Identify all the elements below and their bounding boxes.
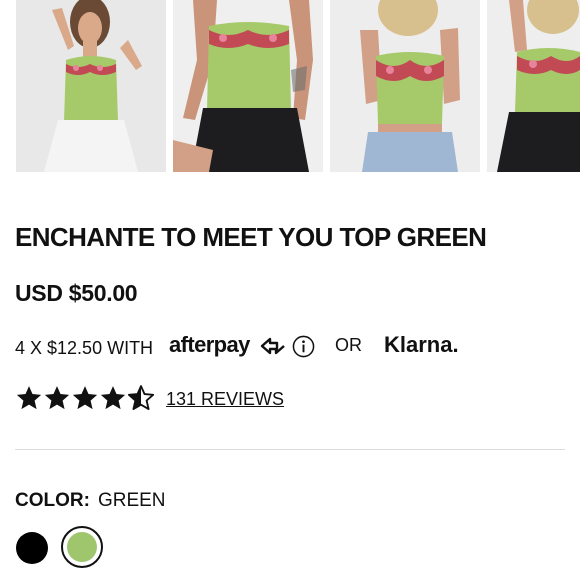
star-full-icon: [100, 386, 126, 410]
or-text: OR: [335, 335, 362, 355]
image-gallery: [0, 0, 580, 178]
reviews-link[interactable]: 131 REVIEWS: [166, 389, 284, 410]
product-price: USD $50.00: [15, 280, 138, 306]
payment-options: 4 X $12.50 WITH afterpay OR Klarna.: [15, 332, 575, 362]
star-half-icon: [127, 385, 155, 411]
gallery-thumbnail-4[interactable]: [487, 0, 580, 172]
thumbnail-image: [487, 0, 580, 172]
gallery-thumbnail-3[interactable]: [330, 0, 480, 172]
color-selector-label: COLOR: GREEN: [15, 490, 166, 512]
afterpay-logo[interactable]: afterpay: [169, 332, 250, 358]
color-swatch-green-fill: [67, 532, 97, 562]
star-rating: [15, 384, 155, 412]
color-label: COLOR:: [15, 490, 90, 511]
star-full-icon: [44, 386, 70, 410]
klarna-logo[interactable]: Klarna.: [384, 332, 459, 358]
star-full-icon: [16, 386, 42, 410]
thumbnail-image: [173, 0, 323, 172]
thumbnail-image: [330, 0, 480, 172]
afterpay-arrow-icon: [260, 337, 285, 355]
thumbnail-image: [16, 0, 166, 172]
rating-row: 131 REVIEWS: [15, 384, 415, 414]
color-value: GREEN: [97, 490, 166, 511]
star-full-icon: [72, 386, 98, 410]
divider: [15, 449, 565, 450]
color-swatch-green[interactable]: [61, 526, 103, 568]
gallery-thumbnail-2[interactable]: [173, 0, 323, 172]
product-title: ENCHANTE TO MEET YOU TOP GREEN: [15, 222, 487, 252]
color-swatch-black[interactable]: [16, 532, 48, 564]
gallery-thumbnail-1[interactable]: [16, 0, 166, 172]
installment-text: 4 X $12.50 WITH: [15, 338, 154, 358]
info-icon[interactable]: [292, 335, 315, 358]
